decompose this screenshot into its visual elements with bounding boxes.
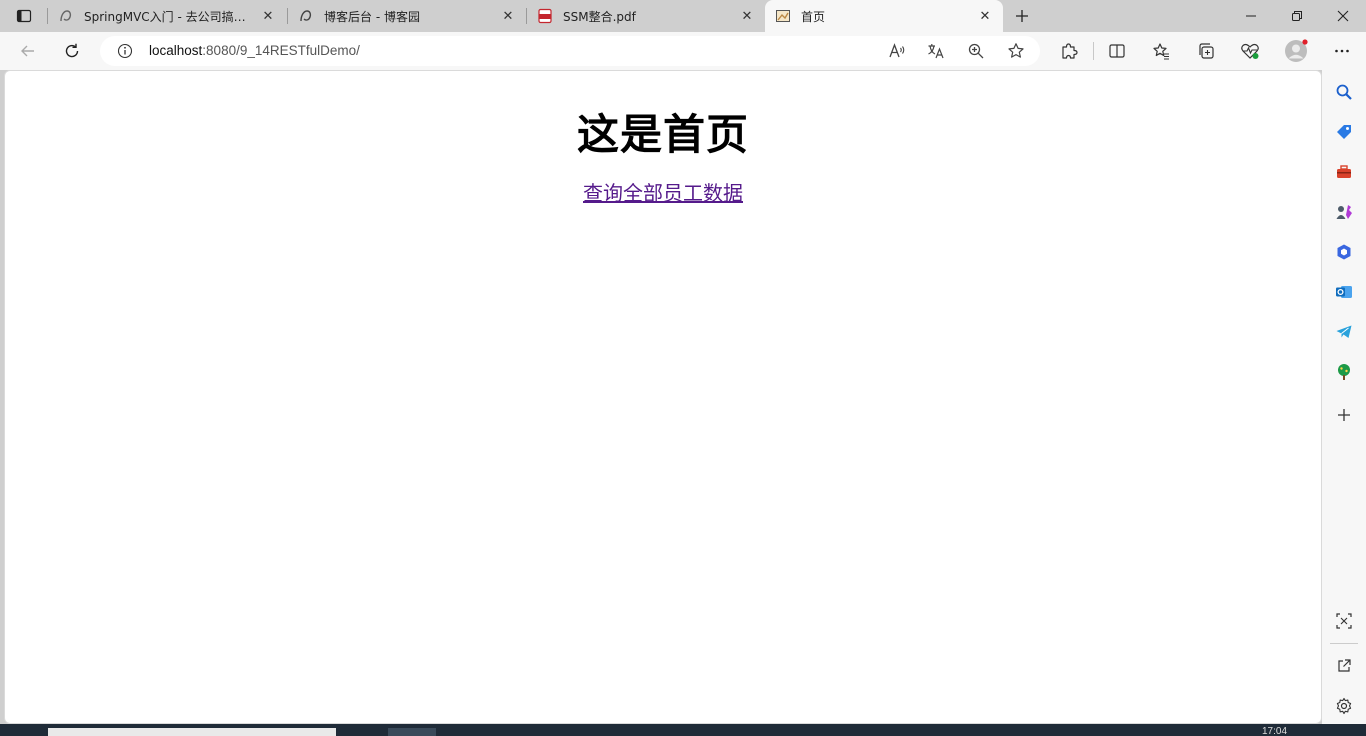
split-screen-button[interactable] xyxy=(1103,38,1131,64)
search-icon[interactable] xyxy=(1332,80,1356,104)
browser-essentials-button[interactable] xyxy=(1236,38,1264,64)
zoom-button[interactable] xyxy=(963,39,989,63)
open-external-icon[interactable] xyxy=(1332,654,1356,678)
close-icon xyxy=(1337,10,1349,22)
tab-actions-icon xyxy=(16,9,32,23)
taskbar-app-button[interactable] xyxy=(388,728,436,736)
screenshot-icon[interactable] xyxy=(1332,609,1356,633)
heart-pulse-icon xyxy=(1241,43,1259,59)
url-path: :8080/9_14RESTfulDemo/ xyxy=(202,43,360,58)
url-text[interactable]: localhost:8080/9_14RESTfulDemo/ xyxy=(149,43,360,58)
settings-more-button[interactable] xyxy=(1328,38,1356,64)
read-aloud-icon xyxy=(889,43,905,58)
close-icon[interactable]: ✕ xyxy=(500,8,516,24)
web-content: 这是首页 查询全部员工数据 xyxy=(4,70,1322,724)
favorites-icon xyxy=(1153,43,1169,60)
cnblogs-icon xyxy=(58,8,74,24)
translate-button[interactable] xyxy=(923,39,949,63)
restore-button[interactable] xyxy=(1274,0,1320,32)
tab-blog-admin[interactable]: 博客后台 - 博客园 ✕ xyxy=(288,0,526,32)
address-bar[interactable]: localhost:8080/9_14RESTfulDemo/ xyxy=(100,36,1040,66)
browser-window: SpringMVC入门 - 去公司搞点薯条 ✕ 博客后台 - 博客园 ✕ SSM… xyxy=(0,0,1366,736)
shopping-tag-icon[interactable] xyxy=(1332,120,1356,144)
tab-ssm-pdf[interactable]: SSM整合.pdf ✕ xyxy=(527,0,765,32)
settings-icon[interactable] xyxy=(1332,694,1356,718)
office-icon[interactable] xyxy=(1332,240,1356,264)
puzzle-icon xyxy=(1062,43,1078,59)
telegram-icon[interactable] xyxy=(1332,320,1356,344)
query-all-employees-link[interactable]: 查询全部员工数据 xyxy=(583,181,743,205)
minimize-icon xyxy=(1246,15,1256,17)
cnblogs-icon xyxy=(298,8,314,24)
read-aloud-button[interactable] xyxy=(884,39,910,63)
tab-actions-button[interactable] xyxy=(4,4,44,28)
add-icon[interactable] xyxy=(1332,403,1356,427)
collections-button[interactable] xyxy=(1192,38,1220,64)
url-host: localhost xyxy=(149,43,203,58)
outlook-icon[interactable] xyxy=(1332,280,1356,304)
toolbar-separator xyxy=(1093,42,1094,60)
favorites-button[interactable] xyxy=(1147,38,1175,64)
tab-strip: SpringMVC入门 - 去公司搞点薯条 ✕ 博客后台 - 博客园 ✕ SSM… xyxy=(0,0,1366,32)
new-tab-button[interactable] xyxy=(1010,4,1034,28)
browser-toolbar: localhost:8080/9_14RESTfulDemo/ xyxy=(0,32,1366,70)
translate-icon xyxy=(928,44,944,59)
toolbox-icon[interactable] xyxy=(1332,160,1356,184)
refresh-icon xyxy=(65,43,79,58)
tab-title: 博客后台 - 博客园 xyxy=(324,9,420,24)
page-heading: 这是首页 xyxy=(576,110,749,159)
close-icon[interactable]: ✕ xyxy=(739,8,755,24)
tab-springmvc[interactable]: SpringMVC入门 - 去公司搞点薯条 ✕ xyxy=(48,0,286,32)
page-icon xyxy=(775,8,791,24)
profile-button[interactable] xyxy=(1282,38,1310,64)
collections-icon xyxy=(1199,43,1214,59)
pdf-icon xyxy=(537,8,553,24)
avatar-icon xyxy=(1285,39,1308,62)
back-arrow-icon xyxy=(21,45,34,57)
os-taskbar xyxy=(0,724,1366,736)
close-window-button[interactable] xyxy=(1320,0,1366,32)
link-container: 查询全部员工数据 xyxy=(5,177,1321,206)
split-screen-icon xyxy=(1109,44,1125,58)
plus-icon xyxy=(1016,10,1028,22)
back-button[interactable] xyxy=(14,38,42,64)
restore-icon xyxy=(1292,11,1302,21)
extensions-button[interactable] xyxy=(1055,38,1083,64)
close-icon[interactable]: ✕ xyxy=(977,8,993,24)
tab-title: 首页 xyxy=(801,9,826,24)
tab-title: SSM整合.pdf xyxy=(563,9,636,24)
more-icon xyxy=(1335,49,1349,53)
zoom-in-icon xyxy=(968,43,984,59)
close-icon[interactable]: ✕ xyxy=(260,8,276,24)
info-icon[interactable] xyxy=(116,42,134,60)
star-icon xyxy=(1008,43,1024,58)
taskbar-search-box[interactable] xyxy=(48,728,336,736)
tab-home[interactable]: 首页 ✕ xyxy=(765,0,1003,32)
tree-icon[interactable] xyxy=(1332,360,1356,384)
taskbar-clock: 17:04 xyxy=(1262,726,1288,736)
edge-sidebar xyxy=(1322,70,1366,724)
minimize-button[interactable] xyxy=(1228,0,1274,32)
sidebar-separator xyxy=(1330,643,1358,644)
games-icon[interactable] xyxy=(1332,200,1356,224)
tab-title: SpringMVC入门 - 去公司搞点薯条 xyxy=(84,9,254,24)
favorite-button[interactable] xyxy=(1003,39,1029,63)
refresh-button[interactable] xyxy=(58,38,86,64)
